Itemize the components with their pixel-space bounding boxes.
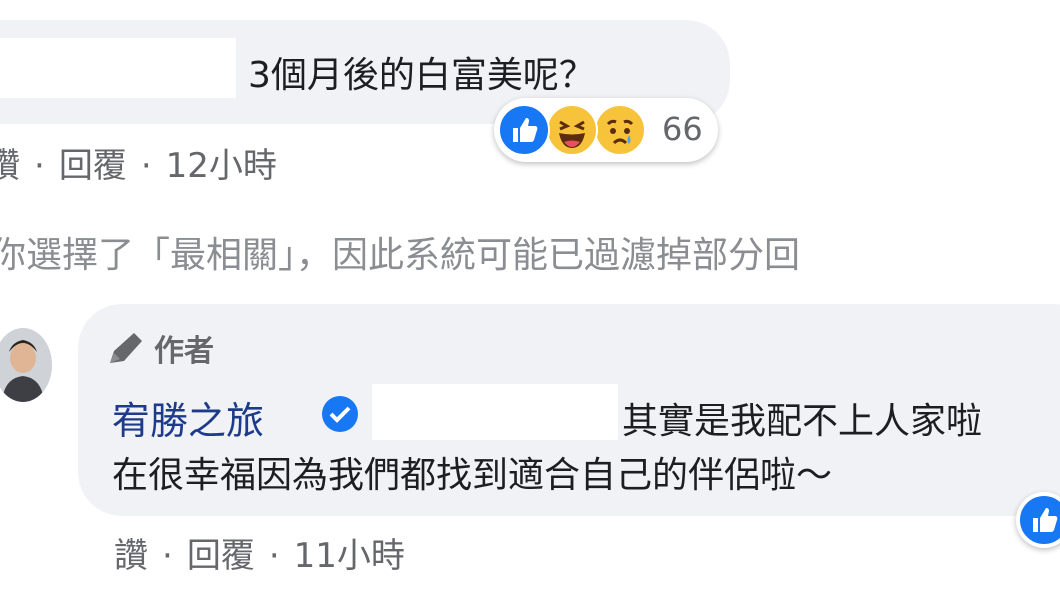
reply-text-line2: 在很幸福因為我們都找到適合自己的伴侶啦～ [112, 455, 833, 496]
avatar[interactable] [0, 328, 52, 402]
filter-notice: 你選擇了「最相關」，因此系統可能已過濾掉部分回 [0, 235, 801, 276]
verified-badge-icon [320, 394, 360, 434]
sad-icon [594, 104, 646, 156]
haha-icon [546, 104, 598, 156]
redacted-mention [372, 384, 618, 440]
separator: · [34, 146, 45, 186]
like-icon [498, 104, 550, 156]
pen-icon [104, 329, 144, 377]
reply-button[interactable]: 回覆 [187, 528, 255, 577]
reaction-count: 66 [662, 110, 703, 148]
author-badge: 作者 [104, 326, 214, 377]
timestamp[interactable]: 12小時 [166, 138, 277, 187]
reply-reaction-summary[interactable] [1016, 492, 1060, 548]
like-button[interactable]: 讚 [0, 138, 20, 187]
comment-actions: 讚 · 回覆 · 12小時 [0, 138, 277, 187]
timestamp[interactable]: 11小時 [294, 528, 405, 577]
separator: · [140, 146, 152, 186]
like-button[interactable]: 讚 [114, 528, 148, 577]
reply-text-line1: 其實是我配不上人家啦 [622, 401, 983, 442]
separator: · [162, 536, 173, 576]
author-name-link[interactable]: 宥勝之旅 [112, 390, 264, 445]
reply-button[interactable]: 回覆 [59, 138, 127, 187]
author-badge-label: 作者 [154, 334, 214, 369]
redacted-name [0, 38, 236, 98]
reply-actions: 讚 · 回覆 · 11小時 [114, 528, 405, 577]
like-icon [1018, 494, 1060, 546]
reaction-summary[interactable]: 66 [494, 98, 718, 162]
separator: · [268, 536, 280, 576]
comment-text: 3個月後的白富美呢？ [248, 55, 595, 96]
